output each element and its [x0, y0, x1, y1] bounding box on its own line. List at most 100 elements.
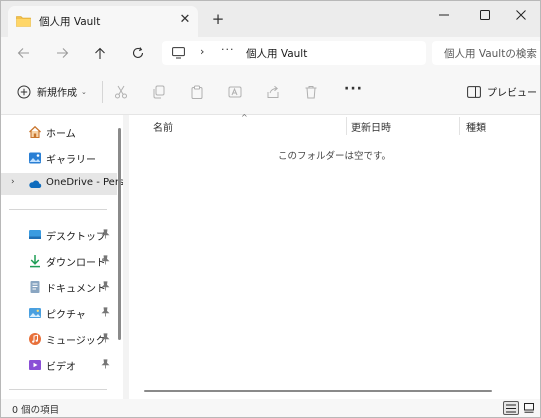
new-tab-button[interactable]: +	[209, 11, 227, 29]
tab-close-button[interactable]: ✕	[177, 12, 193, 28]
file-explorer-window: 個人用 Vault ✕ + › ··· 個人用 Vault 個人用 Vaultの…	[0, 0, 541, 418]
refresh-button[interactable]	[127, 43, 149, 63]
sidebar-item-videos[interactable]: ビデオ	[1, 354, 117, 376]
sidebar-item-label: ピクチャ	[46, 310, 86, 321]
videos-icon	[29, 360, 41, 370]
status-bar: 0 個の項目	[1, 399, 540, 417]
share-button[interactable]	[264, 83, 282, 101]
maximize-button[interactable]	[466, 1, 504, 29]
home-icon	[29, 125, 41, 139]
column-header-name[interactable]: 名前	[153, 119, 173, 135]
large-icons-view-button[interactable]	[521, 401, 537, 415]
preview-button[interactable]: プレビュー	[467, 84, 537, 99]
sidebar-item-downloads[interactable]: ダウンロード	[1, 250, 117, 272]
details-view-button[interactable]	[503, 401, 519, 415]
cut-button[interactable]	[112, 83, 130, 101]
sidebar-item-label: ダウンロード	[46, 258, 106, 269]
expand-chevron-icon[interactable]: ›	[11, 177, 15, 187]
pin-icon[interactable]	[101, 359, 110, 369]
sidebar-divider	[9, 389, 107, 390]
title-bar: 個人用 Vault ✕ +	[1, 1, 540, 37]
column-header-modified[interactable]: 更新日時	[351, 119, 391, 135]
back-button[interactable]	[12, 43, 34, 63]
tab-vault[interactable]: 個人用 Vault ✕	[8, 6, 198, 37]
sidebar-item-desktop[interactable]: デスクトップ	[1, 224, 117, 246]
details-view-icon	[506, 404, 516, 412]
pin-icon[interactable]	[101, 281, 110, 291]
minimize-icon	[439, 14, 449, 16]
pin-icon[interactable]	[101, 229, 110, 239]
horizontal-scrollbar[interactable]	[144, 390, 492, 392]
sidebar-item-label: ギャラリー	[46, 155, 96, 166]
desktop-icon	[29, 230, 41, 239]
onedrive-icon	[29, 180, 42, 188]
sidebar-item-gallery[interactable]: ギャラリー	[1, 147, 117, 169]
folder-icon	[16, 16, 31, 27]
up-button[interactable]	[89, 43, 111, 63]
sort-ascending-icon: ^	[241, 113, 248, 122]
rename-icon	[228, 86, 242, 98]
paste-button[interactable]	[188, 83, 206, 101]
share-icon	[267, 85, 279, 98]
sidebar-item-pictures[interactable]: ピクチャ	[1, 302, 117, 324]
new-button-label: 新規作成	[37, 88, 77, 99]
copy-icon	[153, 85, 165, 99]
pin-icon[interactable]	[101, 255, 110, 265]
preview-button-label: プレビュー	[487, 88, 537, 99]
column-divider[interactable]	[459, 117, 460, 135]
preview-pane-icon	[467, 85, 481, 98]
column-header-type[interactable]: 種類	[466, 119, 486, 135]
column-divider[interactable]	[346, 117, 347, 135]
forward-button[interactable]	[51, 43, 73, 63]
download-icon	[30, 255, 40, 268]
address-overflow-button[interactable]: ···	[221, 43, 235, 56]
pin-icon[interactable]	[101, 333, 110, 343]
up-arrow-icon	[95, 47, 105, 59]
monitor-icon	[172, 47, 185, 59]
address-chevron[interactable]: ›	[200, 45, 204, 58]
sidebar-item-label: デスクトップ	[46, 232, 106, 243]
close-icon	[516, 10, 526, 20]
delete-button[interactable]	[302, 83, 320, 101]
rename-button[interactable]	[226, 83, 244, 101]
new-button[interactable]: 新規作成 ⌄	[17, 84, 87, 99]
back-arrow-icon	[17, 48, 29, 58]
sidebar-item-documents[interactable]: ドキュメント	[1, 276, 117, 298]
close-button[interactable]	[502, 1, 540, 29]
item-count: 0 個の項目	[12, 405, 60, 416]
sidebar-item-onedrive[interactable]: › OneDrive - Personal	[1, 173, 123, 195]
chevron-down-icon: ⌄	[81, 87, 87, 96]
gallery-icon	[29, 152, 41, 164]
sidebar-item-label: ホーム	[46, 129, 76, 140]
tiles-view-icon	[524, 403, 534, 413]
navigation-pane: ホーム ギャラリー › OneDrive - Personal デスクトップ ダ…	[1, 115, 123, 399]
add-circle-icon	[17, 85, 31, 98]
address-path-segment[interactable]: 個人用 Vault	[246, 46, 307, 61]
more-options-button[interactable]: ···	[344, 81, 363, 97]
pin-icon[interactable]	[101, 307, 110, 317]
documents-icon	[30, 281, 40, 293]
copy-button[interactable]	[150, 83, 168, 101]
sidebar-item-label: OneDrive - Personal	[46, 177, 123, 188]
sidebar-item-music[interactable]: ミュージック	[1, 328, 117, 350]
clipboard-icon	[191, 85, 203, 99]
sidebar-scrollbar[interactable]	[118, 128, 121, 340]
sidebar-item-home[interactable]: ホーム	[1, 121, 117, 143]
scissors-icon	[115, 85, 127, 99]
toolbar-divider	[102, 81, 103, 103]
address-bar[interactable]: › ··· 個人用 Vault	[162, 41, 426, 65]
sidebar-item-label: ビデオ	[46, 362, 76, 373]
search-placeholder: 個人用 Vaultの検索	[444, 48, 537, 60]
forward-arrow-icon	[56, 48, 68, 58]
sidebar-item-label: ドキュメント	[46, 284, 106, 295]
refresh-icon	[132, 47, 144, 59]
tab-title: 個人用 Vault	[39, 16, 101, 28]
command-bar: 新規作成 ⌄ ··· プレビュー	[1, 69, 540, 115]
sidebar-item-label: ミュージック	[46, 336, 106, 347]
file-list-area[interactable]: ^ 名前 更新日時 種類 このフォルダーは空です。	[129, 113, 540, 399]
minimize-button[interactable]	[425, 1, 463, 29]
empty-folder-message: このフォルダーは空です。	[277, 151, 392, 162]
pictures-icon	[29, 308, 41, 318]
search-input[interactable]: 個人用 Vaultの検索	[432, 41, 540, 65]
maximize-icon	[480, 10, 490, 20]
